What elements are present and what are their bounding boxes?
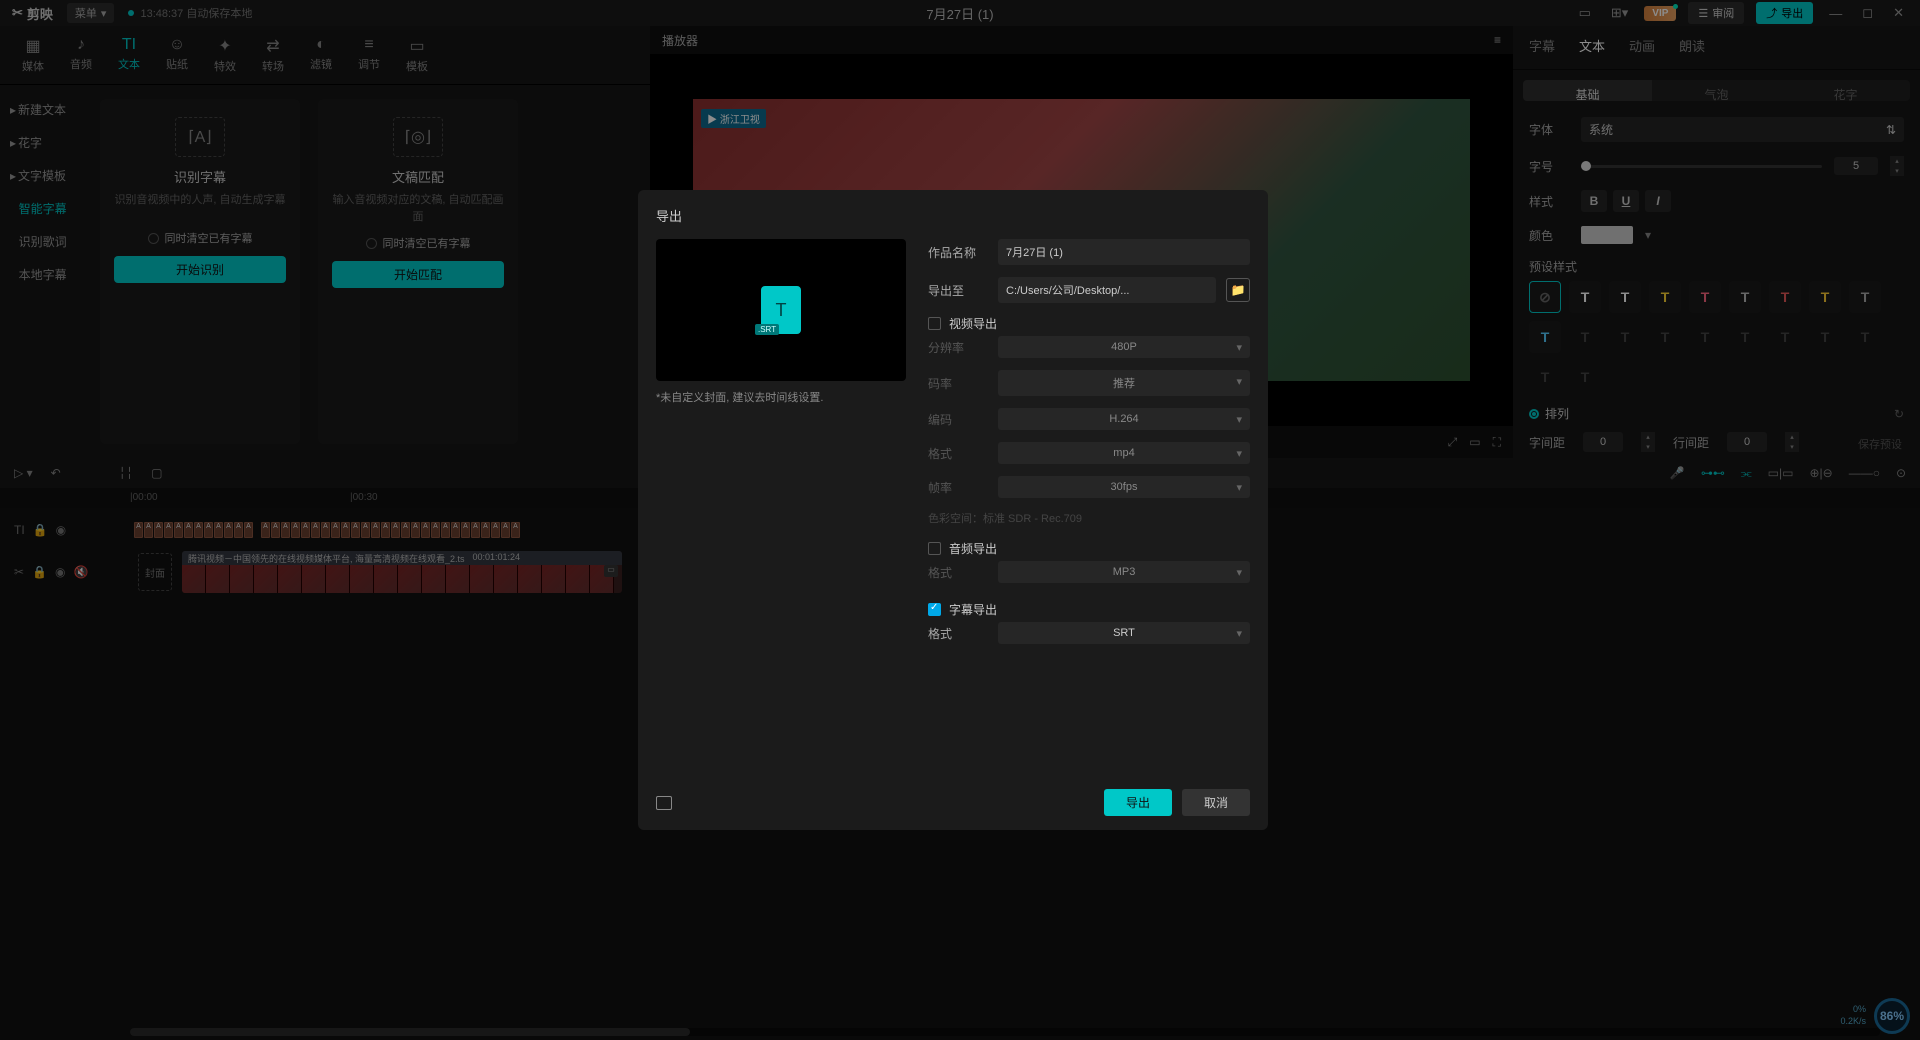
bitrate-select[interactable]: 推荐	[998, 370, 1250, 396]
aformat-label: 格式	[928, 564, 988, 581]
export-preview: T.SRT	[656, 239, 906, 381]
sformat-select[interactable]: SRT	[998, 622, 1250, 644]
subtitle-section-label: 字幕导出	[949, 601, 997, 618]
bitrate-label: 码率	[928, 375, 988, 392]
res-select[interactable]: 480P	[998, 336, 1250, 358]
subtitle-export-checkbox[interactable]	[928, 603, 941, 616]
video-section-label: 视频导出	[949, 315, 997, 332]
path-input[interactable]: C:/Users/公司/Desktop/...	[998, 277, 1216, 303]
fps-label: 帧率	[928, 479, 988, 496]
codec-select[interactable]: H.264	[998, 408, 1250, 430]
colorspace-text: 色彩空间：标准 SDR - Rec.709	[928, 510, 1250, 526]
name-label: 作品名称	[928, 244, 988, 261]
codec-label: 编码	[928, 411, 988, 428]
video-export-checkbox[interactable]	[928, 317, 941, 330]
name-input[interactable]: 7月27日 (1)	[998, 239, 1250, 265]
dialog-title: 导出	[656, 206, 1250, 225]
audio-section-label: 音频导出	[949, 540, 997, 557]
fps-select[interactable]: 30fps	[998, 476, 1250, 498]
cancel-button[interactable]: 取消	[1182, 789, 1250, 816]
vformat-select[interactable]: mp4	[998, 442, 1250, 464]
sformat-label: 格式	[928, 625, 988, 642]
vformat-label: 格式	[928, 445, 988, 462]
export-dialog: 导出 T.SRT *未自定义封面, 建议去时间线设置. 作品名称 7月27日 (1…	[638, 190, 1268, 830]
cover-hint: *未自定义封面, 建议去时间线设置.	[656, 389, 906, 405]
disk-icon	[656, 796, 672, 810]
folder-button[interactable]: 📁	[1226, 278, 1250, 302]
export-confirm-button[interactable]: 导出	[1104, 789, 1172, 816]
aformat-select[interactable]: MP3	[998, 561, 1250, 583]
res-label: 分辨率	[928, 339, 988, 356]
audio-export-checkbox[interactable]	[928, 542, 941, 555]
path-label: 导出至	[928, 282, 988, 299]
srt-badge-icon: T.SRT	[761, 286, 801, 334]
